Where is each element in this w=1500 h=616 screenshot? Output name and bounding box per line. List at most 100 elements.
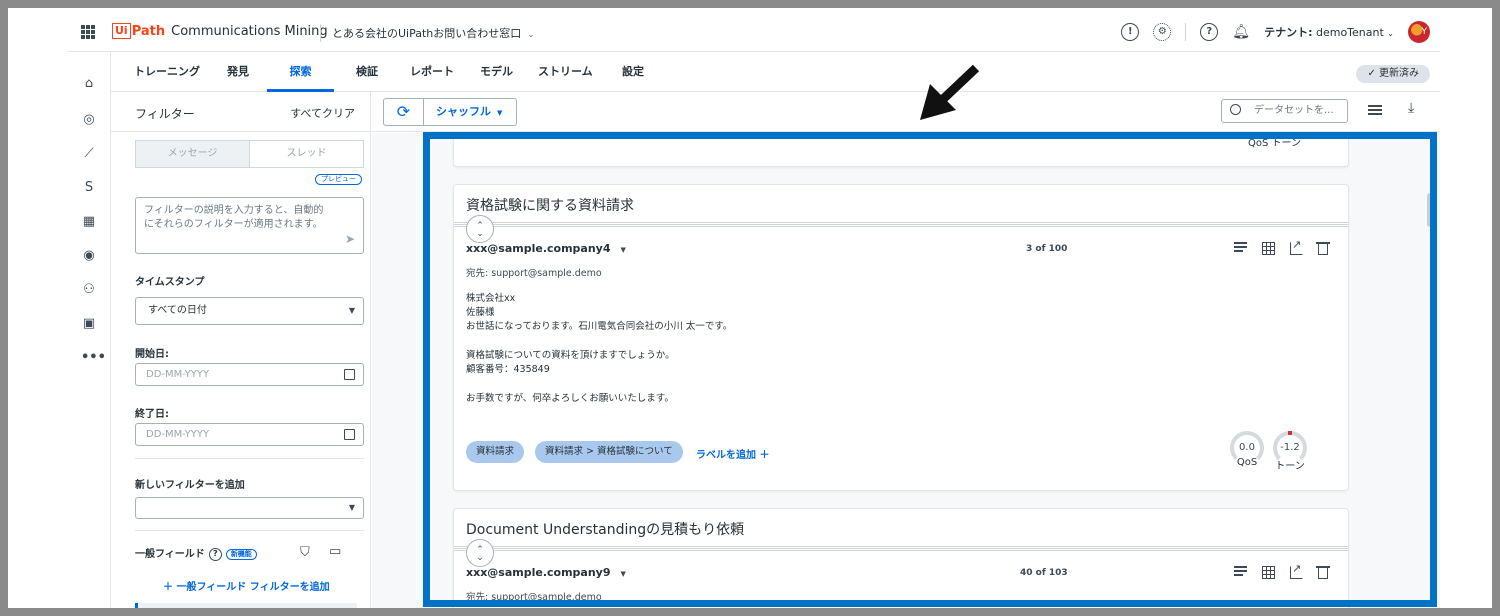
label-chip[interactable]: 資料請求 > 資格試験について xyxy=(535,441,683,463)
caret-down-icon: ▼ xyxy=(497,109,503,117)
tab-reports[interactable]: レポート xyxy=(410,52,454,92)
alert-icon[interactable]: ! xyxy=(1121,23,1140,41)
clear-all-button[interactable]: すべてクリア xyxy=(290,105,355,121)
new-filter-select[interactable]: ▼ xyxy=(135,497,364,519)
start-date-input[interactable]: DD-MM-YYYY xyxy=(135,363,364,386)
end-date-placeholder: DD-MM-YYYY xyxy=(146,429,210,440)
bell-icon[interactable]: 🔔︎ xyxy=(1232,24,1250,40)
field-list-item[interactable] xyxy=(135,603,357,608)
app-launcher-icon[interactable] xyxy=(81,25,95,39)
gear-icon[interactable]: ⚙ xyxy=(1153,23,1172,41)
shield-icon[interactable]: ⛉ xyxy=(300,545,310,560)
tab-models[interactable]: モデル xyxy=(480,52,513,92)
tab-explore[interactable]: 探索 xyxy=(267,52,334,92)
refresh-icon[interactable]: ⟳ xyxy=(384,99,424,125)
placeholder-line: にそれらのフィルターが適用されます。 xyxy=(144,219,323,230)
label-chip[interactable]: 資料請求 xyxy=(466,441,525,463)
logo-ui: Ui xyxy=(112,23,131,39)
end-date-input[interactable]: DD-MM-YYYY xyxy=(135,423,364,446)
tab-streams[interactable]: ストリーム xyxy=(538,52,593,92)
divider xyxy=(320,24,321,42)
source-selector[interactable]: とある会社のUiPathお問い合わせ窓口 ⌄ xyxy=(332,25,535,41)
message-body-line: 株式会社xx xyxy=(466,293,516,304)
list-view-icon[interactable] xyxy=(1368,105,1382,117)
help-icon[interactable]: ? xyxy=(1200,23,1219,41)
laptop-icon[interactable]: ▭ xyxy=(329,544,341,559)
left-rail: ⌂ ◎ ⟋ S ▦ ◉ ⚇ ▣ ••• xyxy=(68,52,111,608)
recipient: 宛先: support@sample.demo xyxy=(466,592,602,603)
divider xyxy=(135,458,364,459)
new-feature-badge: 新機能 xyxy=(225,548,257,560)
table-icon[interactable] xyxy=(1262,566,1275,579)
message-body-line: お世話になっております。石川電気合同会社の小川 太一です。 xyxy=(466,321,733,332)
trash-icon[interactable] xyxy=(1316,242,1330,255)
end-date-label: 終了日: xyxy=(135,409,169,420)
calendar-icon[interactable] xyxy=(344,429,355,440)
discover-icon[interactable]: ◎ xyxy=(81,112,97,128)
add-general-field-button[interactable]: ＋ 一般フィールド フィルターを追加 xyxy=(163,578,330,593)
trash-icon[interactable] xyxy=(1316,566,1330,579)
expand-thread-button[interactable]: ⌃ ⌄ xyxy=(466,215,494,243)
tab-settings[interactable]: 設定 xyxy=(622,52,644,92)
product-logo[interactable]: Ui Path Communications Mining xyxy=(112,23,328,39)
filter-description-input[interactable]: フィルターの説明を入力すると、自動的 にそれらのフィルターが適用されます。 ➤ xyxy=(135,197,364,254)
caret-down-icon: ▼ xyxy=(348,306,355,315)
shuffle-dropdown[interactable]: シャッフル ▼ xyxy=(424,99,516,125)
tone-label: トーン xyxy=(1275,461,1305,472)
location-icon[interactable]: ◉ xyxy=(81,248,97,264)
explore-toolbar: ⟳ シャッフル ▼ データセットを... ⤓ xyxy=(372,92,1440,132)
timestamp-value: すべての日付 xyxy=(148,305,207,316)
tenant-selector[interactable]: テナント: demoTenant ⌄ xyxy=(1264,24,1394,40)
divider xyxy=(135,530,364,531)
placeholder-line: フィルターの説明を入力すると、自動的 xyxy=(144,205,324,216)
download-icon[interactable]: ⤓ xyxy=(1408,100,1414,116)
help-icon[interactable]: ? xyxy=(208,547,222,561)
tone-marker xyxy=(1288,431,1292,435)
send-sparkle-icon[interactable]: ➤ xyxy=(345,232,355,246)
message-thread-toggle: メッセージ スレッド xyxy=(135,140,364,168)
recipient: 宛先: support@sample.demo xyxy=(466,268,602,279)
tab-training[interactable]: トレーニング xyxy=(134,52,200,92)
product-name: Communications Mining xyxy=(171,23,328,39)
preview-badge: プレビュー xyxy=(315,174,362,185)
lines-icon[interactable] xyxy=(1234,566,1247,579)
filter-panel-header: フィルター すべてクリア xyxy=(111,92,371,132)
reports-icon[interactable]: ▣ xyxy=(81,316,97,332)
add-dashboard-icon[interactable]: ▦ xyxy=(81,214,97,230)
avatar[interactable]: Y xyxy=(1408,21,1430,43)
add-label-button[interactable]: ラベルを追加 ＋ xyxy=(696,446,769,461)
analytics-icon[interactable]: ⟋ xyxy=(81,146,97,162)
qos-gauge: 0.0 QoS xyxy=(1229,431,1265,468)
open-external-icon[interactable] xyxy=(1290,238,1303,255)
home-icon[interactable]: ⌂ xyxy=(81,76,97,92)
general-fields-label: 一般フィールド xyxy=(135,549,205,560)
open-external-icon[interactable] xyxy=(1290,562,1303,579)
timestamp-select[interactable]: すべての日付 ▼ xyxy=(135,297,364,325)
message-body-line: お手数ですが、何卒よろしくお願いいたします。 xyxy=(466,393,674,404)
message-stream[interactable]: QoS トーン 資格試験に関する資料請求 ⌃ ⌄ xxx@sample.compa… xyxy=(372,133,1440,608)
tenant-label: テナント: xyxy=(1264,26,1313,39)
start-date-placeholder: DD-MM-YYYY xyxy=(146,369,210,380)
more-icon[interactable]: ••• xyxy=(81,350,106,366)
general-fields-header: 一般フィールド? 新機能 xyxy=(135,545,257,561)
dataset-search-input[interactable]: データセットを... xyxy=(1221,99,1348,123)
segment-thread[interactable]: スレッド xyxy=(250,141,363,167)
segment-message[interactable]: メッセージ xyxy=(136,141,250,167)
tab-validate[interactable]: 検証 xyxy=(356,52,378,92)
integrations-icon[interactable]: ⚇ xyxy=(81,282,97,298)
new-filter-label: 新しいフィルターを追加 xyxy=(135,480,245,491)
tab-discover[interactable]: 発見 xyxy=(227,52,249,92)
table-icon[interactable] xyxy=(1262,242,1275,255)
lines-icon[interactable] xyxy=(1234,242,1247,255)
sender-dropdown[interactable]: xxx@sample.company9 ▼ xyxy=(466,566,626,579)
chevron-down-icon: ⌄ xyxy=(1387,29,1394,38)
message-card-partial: QoS トーン xyxy=(453,133,1349,167)
sender-dropdown[interactable]: xxx@sample.company4 ▼ xyxy=(466,242,626,255)
calendar-icon[interactable] xyxy=(344,369,355,380)
scrollbar[interactable] xyxy=(1427,193,1433,227)
updated-status-badge: ✓ 更新済み xyxy=(1356,65,1430,83)
top-right-controls: ! ⚙ ? 🔔︎ テナント: demoTenant ⌄ Y xyxy=(1121,21,1430,43)
streams-icon[interactable]: S xyxy=(81,180,97,196)
message-body-line: 顧客番号：435849 xyxy=(466,364,550,375)
expand-thread-button[interactable]: ⌃ ⌄ xyxy=(466,539,494,567)
